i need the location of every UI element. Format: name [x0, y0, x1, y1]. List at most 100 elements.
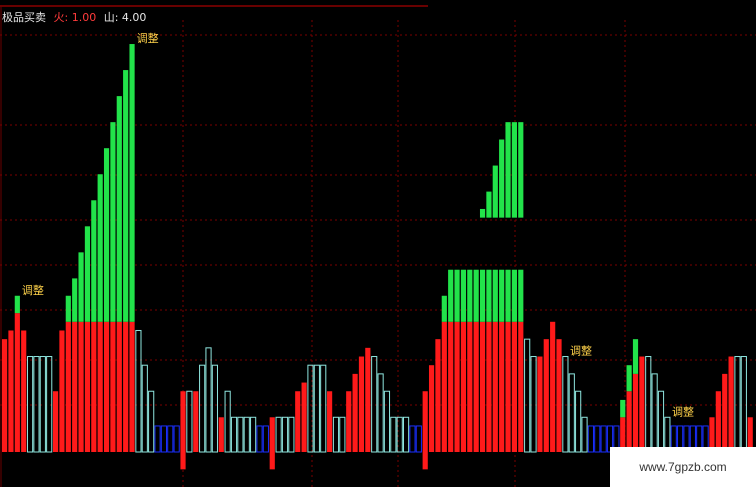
bar-red-78	[499, 321, 505, 452]
bar-cyan-101	[645, 356, 652, 453]
bar-green-16	[103, 148, 110, 322]
bar-green-70	[448, 269, 454, 322]
bar-green-float-77	[492, 165, 498, 218]
bar-red-73	[467, 321, 473, 452]
bar-cyan-103	[657, 390, 665, 453]
watermark: www.7gpzb.com	[610, 447, 756, 487]
bar-green-81	[518, 269, 524, 322]
bar-red-3	[21, 330, 27, 452]
bar-red-56	[358, 356, 365, 452]
bar-cyan-88	[562, 356, 569, 453]
bar-cyan-35	[224, 390, 231, 453]
bar-blue-27	[173, 425, 180, 453]
bar-red-13	[84, 321, 91, 452]
bar-cyan-61	[390, 416, 397, 453]
bar-cyan-53	[339, 416, 346, 453]
bar-red-20	[129, 321, 135, 452]
bar-blue-92	[587, 425, 594, 453]
bar-blue-64	[409, 425, 416, 453]
bar-red-85	[543, 339, 549, 452]
bar-cyan-33	[211, 364, 218, 453]
bar-cyan-21	[135, 329, 142, 453]
bar-green-float-79	[505, 122, 511, 218]
bar-blue-24	[154, 425, 161, 453]
bar-red-34	[218, 417, 224, 452]
bar-red-98	[626, 391, 632, 452]
bar-red-87	[556, 339, 562, 452]
annotation-adjust-2: 调整	[570, 344, 592, 358]
bar-cyan-48	[307, 364, 314, 453]
bar-red-114	[728, 356, 734, 452]
bar-blue-41	[262, 425, 269, 453]
bar-green-75	[479, 269, 486, 322]
bar-cyan-49	[313, 364, 320, 453]
bar-cyan-59	[377, 373, 384, 453]
bar-blue-40	[256, 425, 263, 453]
bar-red-51	[327, 391, 333, 452]
bar-green-18	[116, 96, 122, 322]
bar-red-113	[722, 373, 728, 452]
bar-green-float-80	[511, 122, 517, 218]
bar-blue-65	[415, 425, 422, 453]
bar-green-float-78	[499, 139, 505, 218]
bar-red-81	[518, 321, 524, 452]
bar-blue-94	[600, 425, 607, 453]
bar-green-71	[454, 269, 460, 322]
bar-red-77	[492, 321, 498, 452]
bar-red-67	[428, 365, 435, 452]
bar-red-11	[72, 321, 78, 452]
bar-red-9	[59, 330, 65, 452]
bar-green-17	[110, 122, 116, 322]
bar-red-79	[505, 321, 511, 452]
bar-red-17	[110, 321, 116, 452]
bar-blue-25	[160, 425, 167, 453]
bar-red-72	[460, 321, 467, 452]
bar-red-47	[301, 382, 307, 452]
bar-green-14	[91, 200, 97, 322]
bar-red-100	[639, 356, 645, 452]
bar-red-14	[91, 321, 97, 452]
bar-green-69	[441, 295, 447, 322]
bar-red-18	[116, 321, 122, 452]
bar-cyan-23	[148, 390, 155, 453]
bar-cyan-102	[651, 373, 658, 453]
bar-red-16	[103, 321, 110, 452]
bar-cyan-31	[199, 364, 206, 453]
bar-green-20	[129, 44, 135, 322]
bar-cyan-90	[575, 390, 582, 453]
bar-cyan-115	[734, 356, 741, 453]
bar-red-54	[346, 391, 352, 452]
bar-green-12	[78, 252, 84, 322]
bar-green-10	[65, 295, 71, 322]
bar-cyan-32	[205, 347, 212, 453]
bar-cyan-44	[281, 416, 289, 453]
bar-red-8	[52, 391, 59, 452]
annotation-adjust-1: 调整	[137, 31, 159, 45]
bar-red-112	[715, 391, 721, 452]
bar-red-42	[269, 417, 275, 470]
bar-green-76	[486, 269, 492, 322]
bar-green-2	[14, 295, 20, 314]
bar-red-28	[180, 391, 186, 470]
bar-blue-26	[167, 425, 174, 453]
bar-cyan-58	[371, 356, 378, 453]
chart-annotations: 调整调整调整调整	[22, 31, 694, 418]
bar-green-15	[97, 174, 103, 322]
bar-red-57	[365, 347, 371, 452]
bar-green-98	[626, 365, 632, 392]
bar-green-79	[505, 269, 511, 322]
bar-cyan-82	[524, 338, 531, 453]
bar-red-71	[454, 321, 460, 452]
bar-red-55	[352, 373, 358, 452]
bar-green-72	[460, 269, 467, 322]
bar-cyan-6	[39, 356, 46, 453]
bar-red-1	[8, 330, 14, 452]
bar-green-97	[620, 399, 626, 418]
bar-red-66	[422, 391, 428, 470]
bar-red-86	[550, 321, 556, 452]
bar-red-70	[448, 321, 454, 452]
bar-green-77	[492, 269, 498, 322]
bar-cyan-63	[402, 416, 410, 453]
bar-green-13	[84, 226, 91, 322]
bar-cyan-4	[26, 356, 34, 453]
